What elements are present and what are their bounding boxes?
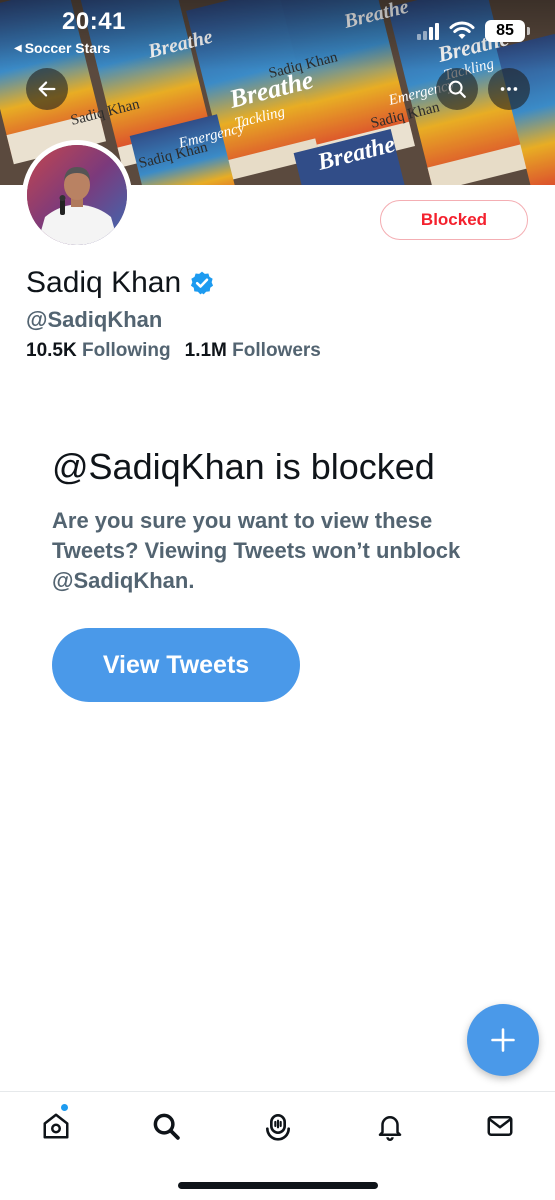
- blocked-notice-title: @SadiqKhan is blocked: [52, 446, 435, 487]
- tab-spaces[interactable]: [258, 1108, 298, 1144]
- verified-badge-icon: [191, 271, 214, 295]
- more-options-button[interactable]: [488, 68, 530, 110]
- followers-link[interactable]: 1.1M Followers: [185, 340, 321, 362]
- home-new-content-dot: [60, 1103, 69, 1112]
- profile-name: Sadiq Khan: [26, 266, 182, 299]
- battery-indicator: 85: [485, 20, 530, 42]
- search-icon: [153, 1113, 180, 1140]
- profile-handle: @SadiqKhan: [26, 307, 163, 332]
- following-count: 10.5K: [26, 340, 77, 361]
- home-icon: [43, 1113, 69, 1139]
- blocked-notice-description: Are you sure you want to view these Twee…: [52, 508, 461, 593]
- back-triangle-icon: ◀: [14, 42, 22, 54]
- spaces-icon: [266, 1114, 290, 1141]
- search-button[interactable]: [436, 68, 478, 110]
- tab-search[interactable]: [146, 1108, 186, 1144]
- followers-label: Followers: [232, 340, 321, 361]
- wifi-icon: [449, 21, 475, 39]
- view-tweets-button[interactable]: View Tweets: [52, 628, 300, 702]
- plus-icon: [491, 1028, 515, 1052]
- avatar-image: [27, 145, 127, 245]
- followers-count: 1.1M: [184, 340, 227, 361]
- cellular-signal-icon: [417, 22, 439, 40]
- back-arrow-icon: [38, 81, 56, 97]
- more-icon: [500, 87, 518, 91]
- tab-messages[interactable]: [480, 1108, 520, 1144]
- tab-notifications[interactable]: [370, 1108, 410, 1144]
- back-to-app-link[interactable]: ◀ Soccer Stars: [14, 40, 110, 56]
- search-icon: [448, 80, 466, 98]
- following-label: Following: [81, 340, 171, 361]
- profile-stats: 10.5K Following 1.1M Followers: [26, 340, 321, 362]
- status-indicators: 85: [417, 20, 530, 42]
- compose-tweet-button[interactable]: [467, 1004, 539, 1076]
- profile-name-row: Sadiq Khan: [26, 266, 215, 300]
- profile-avatar[interactable]: [22, 140, 132, 250]
- following-link[interactable]: 10.5K Following: [26, 340, 171, 362]
- tab-home[interactable]: [36, 1108, 76, 1144]
- back-app-label: Soccer Stars: [24, 40, 111, 56]
- messages-envelope-icon: [487, 1116, 513, 1136]
- status-time: 20:41: [62, 8, 126, 35]
- notifications-bell-icon: [378, 1116, 402, 1141]
- back-button[interactable]: [26, 68, 68, 110]
- home-indicator[interactable]: [178, 1182, 378, 1189]
- blocked-button[interactable]: Blocked: [380, 200, 528, 240]
